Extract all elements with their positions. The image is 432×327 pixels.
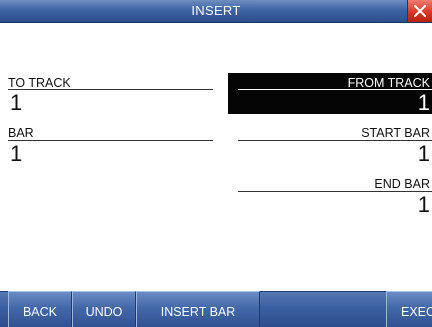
from-track-value: 1 <box>417 90 430 115</box>
end-bar-underline <box>238 191 432 192</box>
start-bar-label: START BAR <box>361 126 430 140</box>
start-bar-value: 1 <box>417 141 430 166</box>
to-track-label: TO TRACK <box>8 76 71 90</box>
undo-button[interactable]: UNDO <box>72 291 136 327</box>
bar-underline <box>8 140 213 141</box>
end-bar-label: END BAR <box>374 177 430 191</box>
to-track-underline <box>8 89 213 90</box>
from-track-label: FROM TRACK <box>347 76 430 90</box>
insert-screen: INSERT TO TRACK 1 BAR 1 FROM TRACK 1 STA… <box>0 0 432 327</box>
insert-bar-button[interactable]: INSERT BAR <box>136 291 260 327</box>
to-track-value: 1 <box>10 90 23 115</box>
title-bar: INSERT <box>0 0 432 23</box>
end-bar-value: 1 <box>417 192 430 217</box>
window-title: INSERT <box>191 3 241 18</box>
back-button[interactable]: BACK <box>8 291 72 327</box>
from-track-field[interactable]: FROM TRACK 1 <box>228 73 432 114</box>
start-bar-underline <box>238 140 432 141</box>
exec-button[interactable]: EXEC <box>386 291 432 327</box>
close-icon <box>414 5 426 17</box>
bar-value: 1 <box>10 141 23 166</box>
close-button[interactable] <box>407 0 432 22</box>
from-track-underline <box>238 89 432 90</box>
bar-label: BAR <box>8 126 34 140</box>
